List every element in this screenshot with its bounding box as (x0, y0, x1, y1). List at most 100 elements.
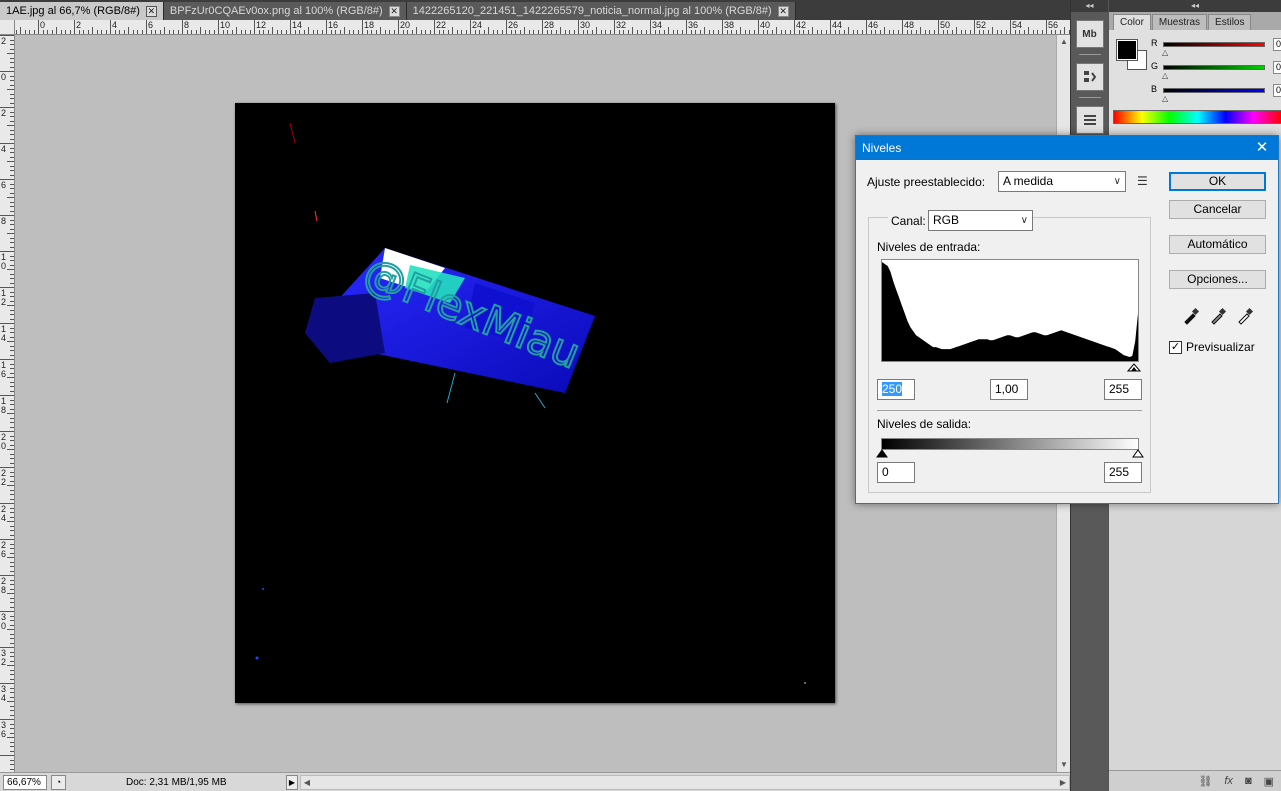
slider-value[interactable]: 0 (1273, 61, 1281, 74)
new-layer-icon[interactable]: ▣ (1264, 775, 1274, 788)
link-icon[interactable]: ⛓ (1198, 775, 1212, 788)
ruler-tick (10, 170, 14, 171)
tab-1ae[interactable]: 1AE.jpg al 66,7% (RGB/8#) ✕ (0, 2, 164, 20)
ruler-tick (204, 30, 206, 34)
black-eyedropper-icon[interactable] (1181, 306, 1201, 326)
ruler-tick (10, 588, 14, 590)
tab-bpfzur[interactable]: BPFzUr0CQAEv0ox.png al 100% (RGB/8#) ✕ (163, 2, 407, 20)
input-gamma-field[interactable]: 1,00 (990, 379, 1028, 400)
ruler-tick (15, 30, 17, 34)
white-eyedropper-icon[interactable] (1235, 306, 1255, 326)
dialog-titlebar[interactable]: Niveles ✕ (856, 136, 1278, 160)
gray-eyedropper-icon[interactable] (1208, 306, 1228, 326)
ruler-tick (893, 30, 894, 34)
ruler-tick (7, 53, 14, 54)
foreground-color-swatch[interactable] (1116, 39, 1138, 61)
document-image[interactable]: @FlexMiau (235, 103, 835, 703)
ruler-left[interactable]: 2 0 2 4 6 8 1 0 1 2 1 4 1 6 1 8 2 0 2 2 2 4 2 6 2 8 3 0 3… (0, 35, 15, 772)
ruler-top[interactable]: 2024681012141618202224262830323436384042… (15, 20, 1070, 35)
close-icon[interactable]: ✕ (388, 5, 400, 17)
collapse-icon[interactable]: ◂◂ (1071, 0, 1108, 12)
ruler-number: 40 (760, 20, 771, 30)
slider-thumb-icon[interactable]: △ (1162, 48, 1168, 57)
status-menu-arrow[interactable]: ▶ (286, 774, 298, 790)
options-button[interactable]: Opciones... (1169, 270, 1266, 289)
ruler-tick (231, 30, 233, 34)
output-white-field[interactable]: 255 (1104, 462, 1142, 483)
tab-muestras[interactable]: Muestras (1151, 14, 1208, 30)
tab-noticia[interactable]: 1422265120_221451_1422265579_noticia_nor… (406, 2, 796, 20)
close-icon[interactable]: ✕ (777, 5, 789, 17)
tab-color[interactable]: Color (1113, 14, 1151, 30)
ruler-tick (10, 660, 14, 662)
ruler-number: 22 (436, 20, 447, 30)
output-black-field[interactable]: 0 (877, 462, 915, 483)
ruler-number: 28 (544, 20, 555, 30)
ruler-tick (888, 30, 890, 34)
ruler-tick (798, 30, 800, 34)
output-white-slider-icon[interactable] (1132, 448, 1144, 458)
slider-thumb-icon[interactable]: △ (1162, 94, 1168, 103)
preview-checkbox-row[interactable]: ✓ Previsualizar (1169, 340, 1255, 354)
preset-options-icon[interactable]: ☰ (1137, 174, 1148, 188)
mask-icon[interactable]: ◙ (1245, 775, 1252, 787)
channel-select[interactable]: RGB ∨ (928, 210, 1033, 231)
zoom-field[interactable]: 66,67% (3, 774, 47, 790)
ruler-tick (10, 620, 14, 621)
slider-value[interactable]: 0 (1273, 38, 1281, 51)
scroll-down-icon[interactable]: ▼ (1057, 758, 1071, 772)
slider-r[interactable]: R △ 0 (1151, 38, 1281, 57)
ruler-tick (213, 30, 215, 34)
ruler-tick (10, 368, 14, 369)
collapse-icon[interactable]: ◂◂ (1109, 0, 1281, 12)
auto-button[interactable]: Automático (1169, 235, 1266, 254)
close-icon[interactable]: ✕ (145, 5, 157, 17)
ruler-number: 10 (220, 20, 231, 30)
preset-label: Ajuste preestablecido: (867, 175, 986, 189)
ruler-tick (10, 156, 14, 158)
output-black-slider-icon[interactable] (876, 448, 888, 458)
slider-b[interactable]: B △ 0 (1151, 84, 1281, 103)
ruler-corner[interactable] (0, 20, 15, 35)
ruler-tick (10, 282, 14, 284)
slider-track[interactable] (1163, 65, 1265, 70)
ruler-tick (10, 525, 14, 527)
preset-select[interactable]: A medida ∨ (998, 171, 1126, 192)
cancel-button[interactable]: Cancelar (1169, 200, 1266, 219)
ruler-tick (218, 20, 219, 34)
scroll-right-icon[interactable]: ▶ (1057, 776, 1069, 789)
slider-track[interactable] (1163, 42, 1265, 47)
input-white-field[interactable]: 255 (1104, 379, 1142, 400)
ruler-tick (812, 27, 813, 34)
ruler-tick (515, 30, 516, 34)
color-spectrum[interactable] (1113, 110, 1281, 124)
ruler-tick (1064, 27, 1065, 34)
slider-g[interactable]: G △ 0 (1151, 61, 1281, 80)
slider-value[interactable]: 0 (1273, 84, 1281, 97)
ruler-tick (10, 116, 14, 117)
scroll-up-icon[interactable]: ▲ (1057, 35, 1071, 49)
ruler-tick (10, 507, 14, 509)
document-info-icon[interactable]: ◔ (51, 774, 66, 790)
ok-button[interactable]: OK (1169, 172, 1266, 191)
preview-checkbox[interactable]: ✓ (1169, 340, 1182, 354)
white-point-slider-icon[interactable] (1126, 362, 1142, 372)
ruler-tick (10, 705, 14, 707)
scroll-left-icon[interactable]: ◀ (301, 776, 313, 789)
history-icon[interactable] (1075, 63, 1104, 91)
ruler-number: 32 (616, 20, 627, 30)
horizontal-scrollbar[interactable]: ◀ ▶ (300, 774, 1070, 790)
ruler-number: 46 (868, 20, 879, 30)
fx-icon[interactable]: fx (1224, 775, 1233, 787)
ruler-tick (10, 48, 14, 50)
properties-icon[interactable] (1075, 106, 1104, 134)
ruler-tick (758, 20, 759, 34)
slider-thumb-icon[interactable]: △ (1162, 71, 1168, 80)
input-black-field[interactable]: 250 (877, 379, 915, 400)
tab-estilos[interactable]: Estilos (1208, 14, 1252, 30)
slider-track[interactable] (1163, 88, 1265, 93)
mini-bridge-icon[interactable]: Mb (1075, 20, 1104, 48)
close-icon[interactable]: ✕ (1246, 136, 1278, 160)
ruler-tick (897, 30, 899, 34)
ruler-tick (10, 102, 14, 104)
